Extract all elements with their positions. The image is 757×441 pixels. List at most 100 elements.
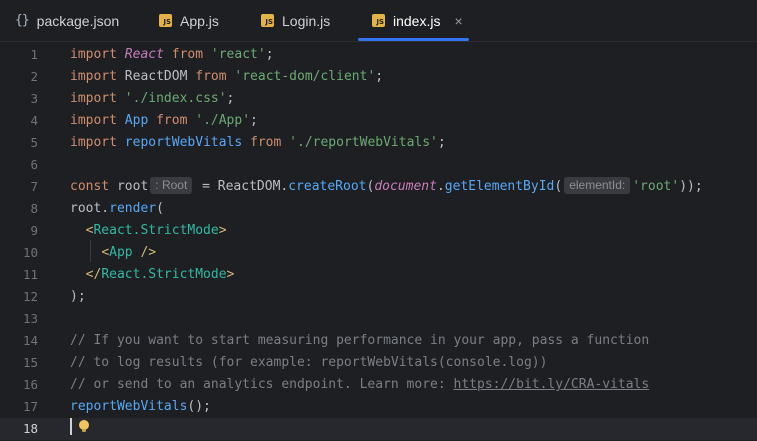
tab-index-js[interactable]: JS index.js × — [372, 0, 463, 41]
code-token: reportWebVitals — [70, 399, 188, 414]
code-token: ReactDOM — [124, 69, 188, 84]
code-text: import './index.css'; — [70, 88, 234, 110]
code-token: const — [70, 179, 117, 194]
code-line[interactable]: 4 import App from './App'; — [0, 110, 757, 132]
code-line[interactable]: 2 import ReactDOM from 'react-dom/client'… — [0, 66, 757, 88]
code-token: React.StrictMode — [93, 223, 219, 238]
code-token: import — [70, 113, 125, 128]
code-line[interactable]: 18 — [0, 418, 757, 440]
tab-login-js[interactable]: JS Login.js — [261, 0, 330, 41]
line-number: 18 — [22, 421, 38, 436]
code-line[interactable]: 7 const root: Root = ReactDOM.createRoot (… — [0, 176, 757, 198]
code-token: root. — [70, 201, 110, 216]
line-number: 7 — [30, 179, 38, 194]
code-token: ; — [265, 47, 274, 62]
code-line[interactable]: 1 import React from 'react'; — [0, 44, 757, 66]
tab-label: Login.js — [282, 12, 331, 29]
code-token: from — [187, 69, 235, 84]
code-line[interactable]: 11 </React.StrictMode> — [0, 264, 757, 286]
code-editor[interactable]: 18 17 reportWebVitals(); 16// or send to an… — [0, 42, 757, 441]
tab-label: index.js — [393, 12, 441, 29]
line-number: 10 — [22, 245, 38, 260]
code-line[interactable]: 10 <App /> — [0, 242, 757, 264]
code-token: './index.css' — [124, 91, 227, 106]
code-token: root — [116, 179, 149, 194]
code-text: root.render( — [70, 198, 164, 220]
tab-label: App.js — [180, 12, 219, 29]
code-token: document — [374, 179, 437, 194]
indent-guide — [90, 240, 91, 262]
inlay-hint: : Root — [150, 177, 193, 194]
line-number: 6 — [30, 157, 38, 172]
line-number: 2 — [30, 69, 38, 84]
code-line[interactable]: 13 — [0, 308, 757, 330]
code-text: // or send to an analytics endpoint. Lea… — [70, 374, 649, 396]
code-token: from — [163, 47, 211, 62]
code-line[interactable]: 16 // or send to an analytics endpoint. L… — [0, 374, 757, 396]
code-token: ; — [375, 69, 384, 84]
code-text: import ReactDOM from 'react-dom/client'; — [70, 66, 383, 88]
code-token: getElementById — [444, 179, 555, 194]
code-line[interactable]: 9 <React.StrictMode> — [0, 220, 757, 242]
code-line[interactable]: 8 root.render( — [0, 198, 757, 220]
code-token: import — [70, 91, 125, 106]
editor-tab-bar: {} package.json JS App.js JS Login.js JS… — [0, 0, 757, 42]
code-token: // to log results (for example: reportWe… — [70, 355, 548, 370]
code-token: from — [242, 135, 290, 150]
js-file-icon: JS — [159, 14, 172, 27]
line-number: 14 — [22, 333, 38, 348]
tab-package-json[interactable]: {} package.json — [15, 0, 119, 41]
code-text: // If you want to start measuring perfor… — [70, 330, 649, 352]
code-token: = ReactDOM. — [194, 179, 289, 194]
code-text: <App /> — [70, 242, 156, 264]
code-token: /> — [132, 245, 157, 260]
code-line[interactable]: 15 // to log results (for example: report… — [0, 352, 757, 374]
code-token: // If you want to start measuring perfor… — [70, 333, 650, 348]
code-token: ; — [226, 91, 235, 106]
code-line[interactable]: 14 // If you want to start measuring perf… — [0, 330, 757, 352]
code-line[interactable]: 12); — [0, 286, 757, 308]
line-number: 3 — [30, 91, 38, 106]
code-token: (); — [187, 399, 211, 414]
code-line[interactable]: 5 import reportWebVitals from './reportWe… — [0, 132, 757, 154]
code-token: </ — [85, 267, 102, 282]
code-text: // to log results (for example: reportWe… — [70, 352, 547, 374]
close-icon[interactable]: × — [454, 13, 462, 29]
code-token: import — [70, 69, 125, 84]
code-token: 'react-dom/client' — [234, 69, 376, 84]
js-file-icon: JS — [372, 14, 385, 27]
line-number: 4 — [30, 113, 38, 128]
code-token: )); — [679, 179, 703, 194]
lightbulb-icon[interactable] — [79, 420, 89, 432]
code-text: import App from './App'; — [70, 110, 258, 132]
code-token: App — [124, 113, 149, 128]
code-token: > — [226, 267, 235, 282]
code-text: import reportWebVitals from './reportWeb… — [70, 132, 446, 154]
line-number: 17 — [22, 399, 38, 414]
code-token: import — [70, 135, 125, 150]
code-token: ); — [70, 289, 86, 304]
text-caret — [70, 418, 72, 435]
code-line[interactable]: 3 import './index.css'; — [0, 88, 757, 110]
code-line[interactable]: 17 reportWebVitals(); — [0, 396, 757, 418]
line-number: 1 — [30, 47, 38, 62]
active-tab-indicator — [358, 38, 469, 41]
line-number: 15 — [22, 355, 38, 370]
code-token: . — [436, 179, 445, 194]
code-token: reportWebVitals — [124, 135, 243, 150]
code-token: ; — [250, 113, 258, 128]
code-line[interactable]: 6 — [0, 154, 757, 176]
tab-label: package.json — [36, 12, 120, 29]
code-token: ; — [437, 135, 446, 150]
inlay-hint: elementId: — [564, 177, 631, 194]
code-token: './App' — [195, 113, 251, 128]
line-number: 8 — [30, 201, 38, 216]
code-token: // or send to an analytics endpoint. Lea… — [70, 377, 454, 392]
line-number: 13 — [22, 311, 38, 326]
js-file-icon: JS — [261, 14, 274, 27]
code-token: 'root' — [632, 179, 680, 194]
tab-app-js[interactable]: JS App.js — [159, 0, 219, 41]
